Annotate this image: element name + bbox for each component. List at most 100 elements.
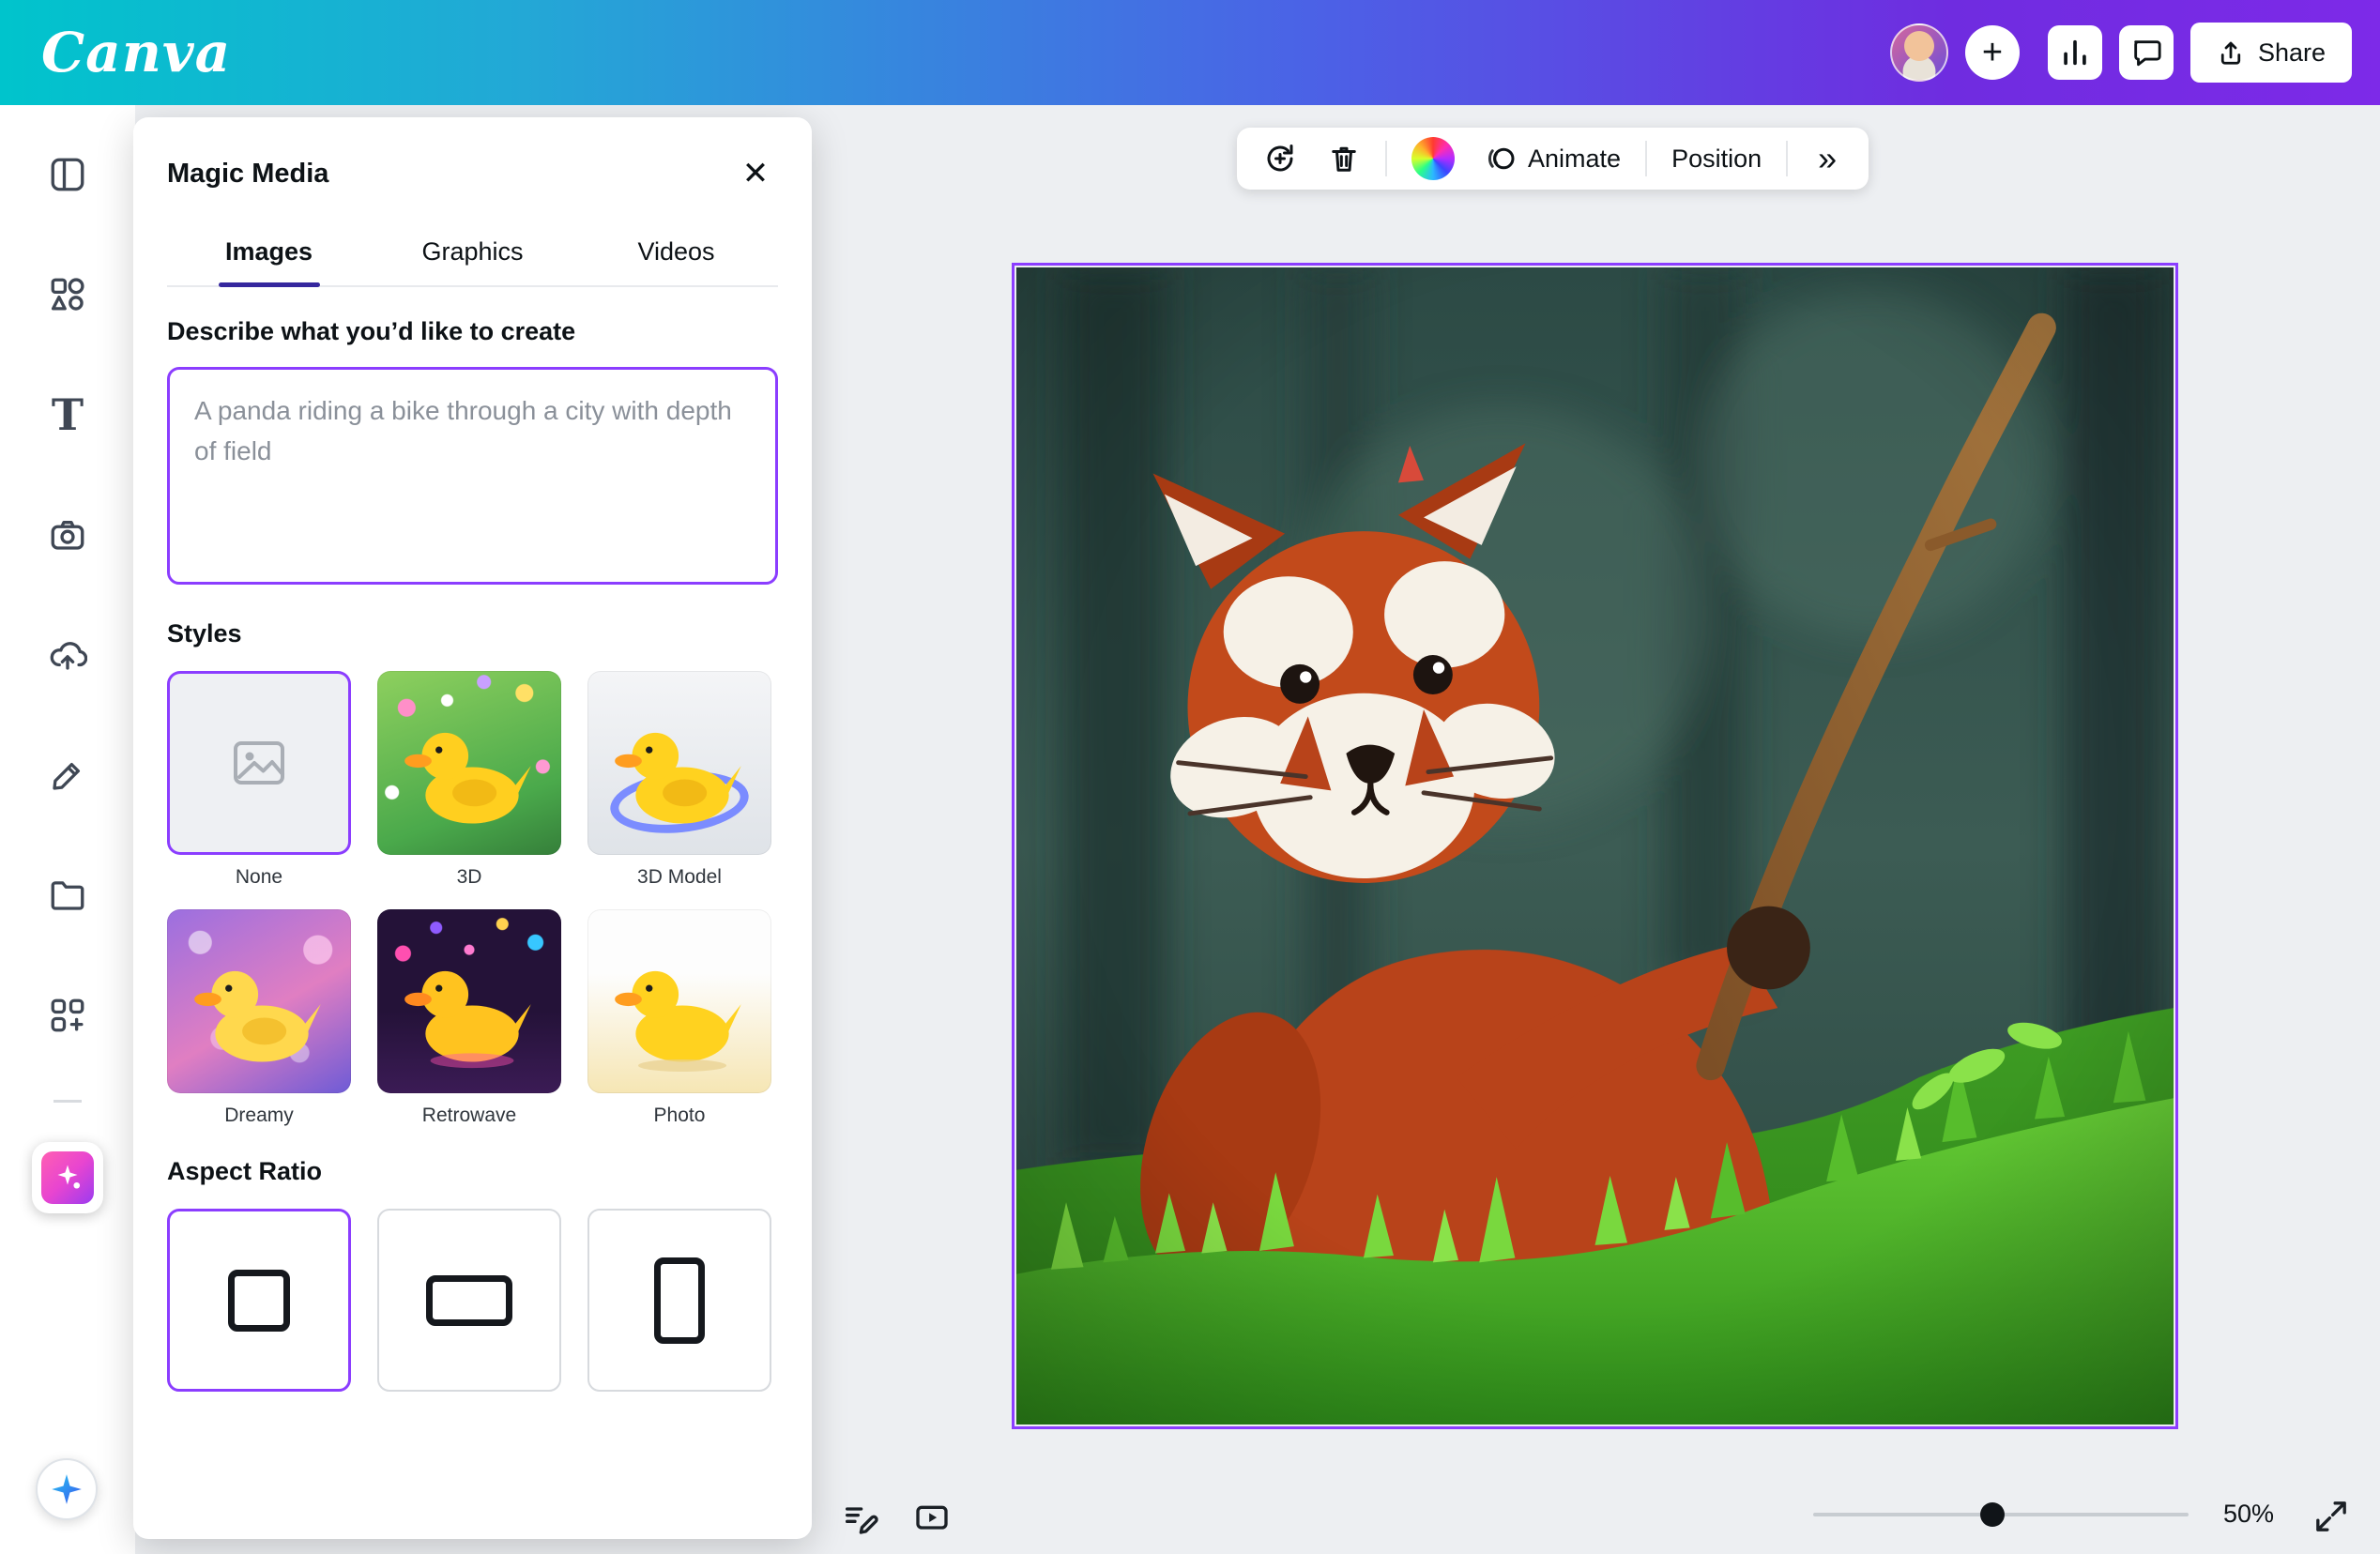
- style-option-retrowave: Retrowave: [377, 909, 561, 1127]
- sidebar-item-apps[interactable]: [23, 955, 113, 1075]
- sidebar-item-projects[interactable]: [23, 835, 113, 955]
- double-chevron-right-icon: »: [1818, 142, 1837, 175]
- header: Canva + Share: [0, 0, 2380, 105]
- zoom-slider-knob[interactable]: [1980, 1502, 2005, 1527]
- sidebar-item-brand[interactable]: [23, 475, 113, 595]
- more-options-button[interactable]: »: [1801, 132, 1854, 185]
- style-option-dreamy: Dreamy: [167, 909, 351, 1127]
- cloud-upload-icon: [48, 635, 87, 675]
- expand-icon: [2312, 1498, 2350, 1535]
- style-tile-none[interactable]: [167, 671, 351, 855]
- tab-images[interactable]: Images: [167, 228, 371, 285]
- style-tile-retrowave[interactable]: [377, 909, 561, 1093]
- duck-thumbnail: [606, 711, 754, 840]
- position-label: Position: [1671, 145, 1762, 174]
- notes-button[interactable]: [835, 1494, 884, 1543]
- color-button[interactable]: [1400, 132, 1466, 185]
- style-tile-dreamy[interactable]: [167, 909, 351, 1093]
- style-tile-3d[interactable]: [377, 671, 561, 855]
- share-upload-icon: [2217, 38, 2245, 67]
- aspect-landscape-button[interactable]: [377, 1209, 561, 1392]
- style-tile-3d-model[interactable]: [587, 671, 771, 855]
- text-icon: T: [52, 393, 84, 436]
- generate-again-button[interactable]: [1252, 132, 1308, 185]
- portrait-ratio-icon: [654, 1257, 705, 1344]
- canvas-image-red-panda[interactable]: [1016, 267, 2174, 1424]
- square-ratio-icon: [228, 1270, 290, 1332]
- sidebar-item-magic-media[interactable]: [32, 1142, 103, 1213]
- zoom-level: 50%: [2202, 1500, 2296, 1529]
- apps-grid-icon: [48, 996, 87, 1035]
- landscape-ratio-icon: [426, 1275, 512, 1326]
- styles-label: Styles: [167, 619, 778, 648]
- aspect-portrait-button[interactable]: [587, 1209, 771, 1392]
- duck-thumbnail: [606, 950, 754, 1078]
- magic-media-panel: Magic Media ✕ Images Graphics Videos Des…: [133, 117, 812, 1539]
- brand-camera-icon: [48, 515, 87, 555]
- elements-icon: [48, 275, 87, 314]
- prompt-input[interactable]: [167, 367, 778, 585]
- close-panel-button[interactable]: ✕: [733, 151, 778, 196]
- sidebar-item-uploads[interactable]: [23, 595, 113, 715]
- toolbar-divider: [1385, 141, 1387, 176]
- animate-label: Animate: [1528, 145, 1621, 174]
- panel-header: Magic Media ✕: [167, 117, 778, 196]
- pen-icon: [48, 755, 87, 795]
- close-icon: ✕: [742, 158, 770, 190]
- style-tile-photo[interactable]: [587, 909, 771, 1093]
- style-caption: Retrowave: [422, 1105, 516, 1127]
- canva-logo[interactable]: Canva: [41, 21, 231, 84]
- style-option-3d: 3D: [377, 671, 561, 889]
- selection-toolbar: Animate Position »: [1237, 128, 1869, 190]
- header-actions: + Share: [1890, 23, 2352, 83]
- comments-button[interactable]: [2119, 25, 2174, 80]
- zoom-slider[interactable]: [1813, 1513, 2189, 1516]
- plus-icon: +: [1982, 35, 2003, 70]
- style-caption: 3D Model: [637, 866, 722, 889]
- style-caption: Dreamy: [224, 1105, 294, 1127]
- sidebar: T: [0, 105, 135, 1554]
- delete-button[interactable]: [1316, 132, 1372, 185]
- assistant-button[interactable]: [36, 1458, 98, 1520]
- share-button[interactable]: Share: [2190, 23, 2352, 83]
- duck-thumbnail: [396, 711, 543, 840]
- add-member-button[interactable]: +: [1965, 25, 2020, 80]
- animate-icon: [1485, 142, 1518, 175]
- aspect-ratio-label: Aspect Ratio: [167, 1157, 778, 1186]
- duck-thumbnail: [396, 950, 543, 1078]
- style-option-photo: Photo: [587, 909, 771, 1127]
- position-button[interactable]: Position: [1660, 132, 1773, 185]
- insights-button[interactable]: [2048, 25, 2102, 80]
- sidebar-item-text[interactable]: T: [23, 355, 113, 475]
- media-type-tabs: Images Graphics Videos: [167, 228, 778, 287]
- canva-editor: Canva + Share T: [0, 0, 2380, 1554]
- magic-media-icon: [41, 1151, 94, 1204]
- design-icon: [48, 155, 87, 194]
- aspect-square-button[interactable]: [167, 1209, 351, 1392]
- duck-thumbnail: [186, 950, 333, 1078]
- style-caption: None: [236, 866, 282, 889]
- style-caption: Photo: [654, 1105, 706, 1127]
- red-panda-illustration: [1016, 267, 2174, 1424]
- sidebar-item-draw[interactable]: [23, 715, 113, 835]
- toolbar-divider: [1645, 141, 1647, 176]
- animate-button[interactable]: Animate: [1473, 132, 1632, 185]
- panel-title: Magic Media: [167, 159, 328, 190]
- tab-graphics[interactable]: Graphics: [371, 228, 574, 285]
- style-option-none: None: [167, 671, 351, 889]
- avatar[interactable]: [1890, 23, 1948, 82]
- tab-videos[interactable]: Videos: [574, 228, 778, 285]
- sidebar-item-elements[interactable]: [23, 235, 113, 355]
- style-option-3d-model: 3D Model: [587, 671, 771, 889]
- regenerate-icon: [1263, 142, 1297, 175]
- sidebar-item-design[interactable]: [23, 114, 113, 235]
- image-placeholder-icon: [229, 733, 289, 793]
- trash-icon: [1327, 142, 1361, 175]
- style-caption: 3D: [457, 866, 482, 889]
- notes-icon: [841, 1500, 878, 1537]
- share-label: Share: [2258, 38, 2326, 68]
- prompt-label: Describe what you’d like to create: [167, 317, 778, 346]
- color-wheel-icon: [1411, 137, 1455, 180]
- present-button[interactable]: [908, 1494, 956, 1543]
- fullscreen-button[interactable]: [2307, 1492, 2356, 1541]
